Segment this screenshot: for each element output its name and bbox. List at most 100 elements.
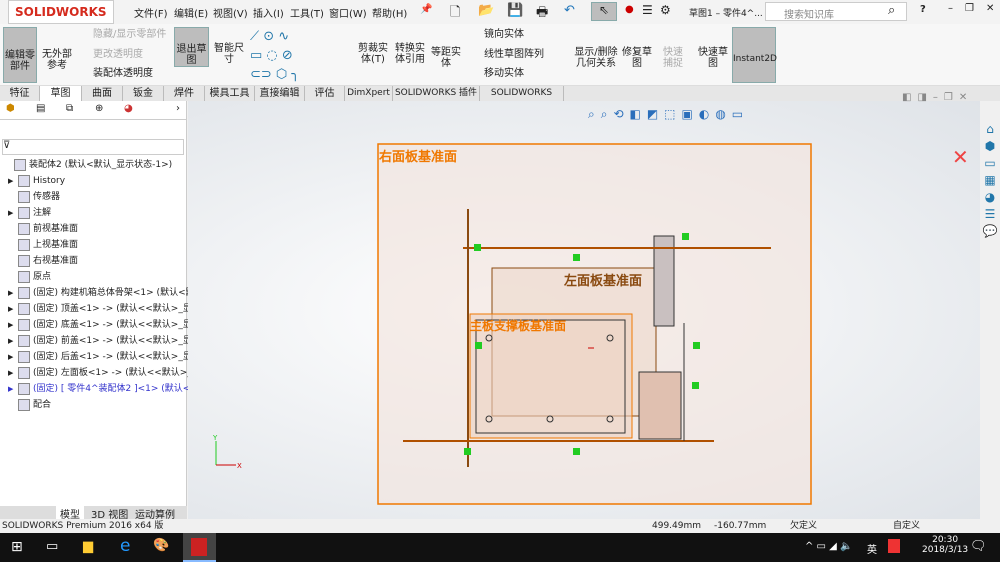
tree-item[interactable]: 右视基准面 — [8, 253, 78, 269]
menu-help[interactable]: 帮助(H) — [372, 5, 407, 20]
tree-item[interactable]: ▶ History — [8, 173, 65, 189]
tab-weldments[interactable]: 焊件 — [164, 86, 205, 101]
expand-arrow-icon[interactable]: ▶ — [8, 285, 18, 301]
move-entities-button[interactable]: 移动实体 — [484, 68, 524, 79]
new-icon[interactable]: 🗋 — [450, 3, 460, 25]
tab-surfaces[interactable]: 曲面 — [82, 86, 123, 101]
clock[interactable]: 20:30 2018/3/13 — [922, 535, 968, 555]
home-icon[interactable]: ⌂ — [980, 121, 1000, 138]
tab-sketch[interactable]: 草图 — [40, 86, 82, 101]
minimize-icon[interactable]: – — [948, 3, 953, 14]
menu-view[interactable]: 视图(V) — [213, 5, 248, 20]
tree-item[interactable]: 传感器 — [8, 189, 60, 205]
help-icon[interactable]: ? — [920, 4, 926, 15]
expand-arrow-icon[interactable]: ▶ — [8, 381, 18, 397]
sketch-canvas[interactable]: YX ✕ — [188, 101, 980, 519]
repair-sketch-button[interactable]: 修复草图 — [622, 27, 652, 69]
tree-item[interactable]: ▶ (固定) 底盖<1> -> (默认<<默认>_显 — [8, 317, 192, 333]
show-delete-relations-button[interactable]: 显示/删除几何关系 — [574, 27, 618, 69]
tab-mold-tools[interactable]: 模具工具 — [205, 86, 255, 101]
tab-features[interactable]: 特征 — [0, 86, 40, 101]
hide-show-button[interactable]: 隐藏/显示零部件 — [93, 29, 166, 40]
expand-arrow-icon[interactable]: ▶ — [8, 173, 18, 189]
start-icon[interactable]: ⊞ — [11, 539, 23, 555]
ime-indicator[interactable]: 英 — [867, 541, 877, 556]
rapid-sketch-button[interactable]: 快速草图 — [698, 27, 728, 69]
tree-item[interactable]: ▶ (固定) 顶盖<1> -> (默认<<默认>_显 — [8, 301, 192, 317]
notifications-icon[interactable]: 🗨 — [970, 539, 987, 554]
tree-item[interactable]: ▶ 注解 — [8, 205, 51, 221]
tab-mbd[interactable]: SOLIDWORKS MBD — [480, 86, 564, 113]
property-tab-icon[interactable]: ▤ — [36, 103, 45, 114]
display-tab-icon[interactable]: ◕ — [124, 103, 133, 114]
sketch-tools-grid[interactable]: ⟋ ⊙ ∿ ▭ ◌ ⊘ ⊂⊃ ⬡ ╮ — [250, 27, 350, 84]
tree-item[interactable]: ▶ (固定) [ 零件4^装配体2 ]<1> (默认<- — [8, 381, 194, 397]
view-palette-icon[interactable]: ▦ — [980, 172, 1000, 189]
expand-arrow-icon[interactable]: ▶ — [8, 301, 18, 317]
trim-button[interactable]: 剪裁实体(T) — [358, 27, 388, 65]
pin-icon[interactable]: 📌 — [420, 4, 432, 15]
edge-icon[interactable]: e — [120, 536, 130, 556]
expand-arrow-icon[interactable]: ▶ — [8, 365, 18, 381]
undo-icon[interactable]: ↶ — [564, 3, 575, 18]
sogou-icon[interactable] — [888, 539, 900, 553]
tab-dimxpert[interactable]: DimXpert — [345, 86, 393, 101]
dimxpert-tab-icon[interactable]: ⊕ — [95, 103, 103, 114]
menu-insert[interactable]: 插入(I) — [253, 5, 284, 20]
tree-item[interactable]: 装配体2 (默认<默认_显示状态-1>) — [4, 157, 172, 173]
restore-icon[interactable]: ❐ — [965, 3, 974, 14]
tree-item[interactable]: 配合 — [8, 397, 51, 413]
panel-arrow-icon[interactable]: › — [176, 103, 180, 114]
no-external-ref-button[interactable]: 无外部参考 — [40, 27, 74, 83]
expand-arrow-icon[interactable]: ▶ — [8, 205, 18, 221]
change-transparency-button[interactable]: 更改透明度 — [93, 49, 143, 60]
menu-edit[interactable]: 编辑(E) — [174, 5, 208, 20]
config-tab-icon[interactable]: ⧉ — [66, 103, 73, 114]
tab-direct-edit[interactable]: 直接编辑 — [255, 86, 305, 101]
instant2d-button[interactable]: Instant2D — [732, 27, 777, 83]
save-icon[interactable]: 💾 — [507, 3, 523, 18]
menu-window[interactable]: 窗口(W) — [329, 5, 367, 20]
library-icon[interactable]: ⬢ — [980, 138, 1000, 155]
offset-button[interactable]: 等距实体 — [430, 27, 462, 69]
print-icon[interactable]: 🖶 — [536, 3, 548, 25]
units-selector[interactable]: 自定义 — [893, 519, 920, 533]
paint-icon[interactable]: 🎨 — [153, 538, 169, 553]
appearance-icon[interactable]: ◕ — [980, 189, 1000, 206]
expand-arrow-icon[interactable]: ▶ — [8, 349, 18, 365]
search-box[interactable]: 搜索知识库 ⌕ — [765, 2, 907, 21]
graphics-viewport[interactable]: ⌕⌕⟲◧◩⬚▣◐◍▭ ◧◨–❐✕ YX ✕ 右面板基准面 左面板基准面 主板支撑… — [188, 92, 980, 519]
quick-snap-button[interactable]: 快速捕捉 — [660, 27, 686, 69]
edit-part-button[interactable]: 编辑零部件 — [3, 27, 37, 83]
solidworks-logo[interactable]: SOLIDWORKS — [8, 0, 114, 24]
folder-icon[interactable]: ▭ — [980, 155, 1000, 172]
menu-file[interactable]: 文件(F) — [134, 5, 168, 20]
tree-item[interactable]: ▶ (固定) 前盖<1> -> (默认<<默认>_显 — [8, 333, 192, 349]
tree-item[interactable]: ▶ (固定) 后盖<1> -> (默认<<默认>_显 — [8, 349, 192, 365]
tray-icons[interactable]: ^ ▭ ◢ 🔈 — [805, 541, 853, 552]
search-input[interactable]: 搜索知识库 — [784, 6, 834, 21]
expand-arrow-icon[interactable]: ▶ — [8, 333, 18, 349]
forum-icon[interactable]: 💬 — [980, 223, 1000, 240]
select-icon[interactable]: ⇖ — [591, 2, 617, 21]
expand-arrow-icon[interactable]: ▶ — [8, 317, 18, 333]
rebuild-icon[interactable]: ● — [625, 4, 634, 15]
tree-item[interactable]: ▶ (固定) 构建机箱总体骨架<1> (默认<默 — [8, 285, 195, 301]
tree-item[interactable]: ▶ (固定) 左面板<1> -> (默认<<默认>_ — [8, 365, 192, 381]
linear-pattern-button[interactable]: 线性草图阵列 — [484, 49, 544, 60]
explorer-icon[interactable]: ▆ — [83, 539, 93, 554]
solidworks-task-button[interactable] — [183, 533, 216, 562]
open-icon[interactable]: 📂 — [478, 3, 494, 18]
tab-sheet-metal[interactable]: 钣金 — [123, 86, 164, 101]
tree-item[interactable]: 前视基准面 — [8, 221, 78, 237]
close-icon[interactable]: ✕ — [986, 3, 994, 14]
tree-item[interactable]: 上视基准面 — [8, 237, 78, 253]
mirror-button[interactable]: 镜向实体 — [484, 29, 524, 40]
tree-item[interactable]: 原点 — [8, 269, 51, 285]
exit-sketch-button[interactable]: 退出草图 — [174, 27, 209, 67]
menu-tools[interactable]: 工具(T) — [290, 5, 324, 20]
filter-box[interactable]: ⊽ — [2, 139, 184, 155]
convert-entities-button[interactable]: 转换实体引用 — [393, 27, 427, 65]
file-properties-icon[interactable]: ☰ — [642, 3, 653, 17]
assembly-transparency-button[interactable]: 装配体透明度 — [93, 68, 153, 79]
